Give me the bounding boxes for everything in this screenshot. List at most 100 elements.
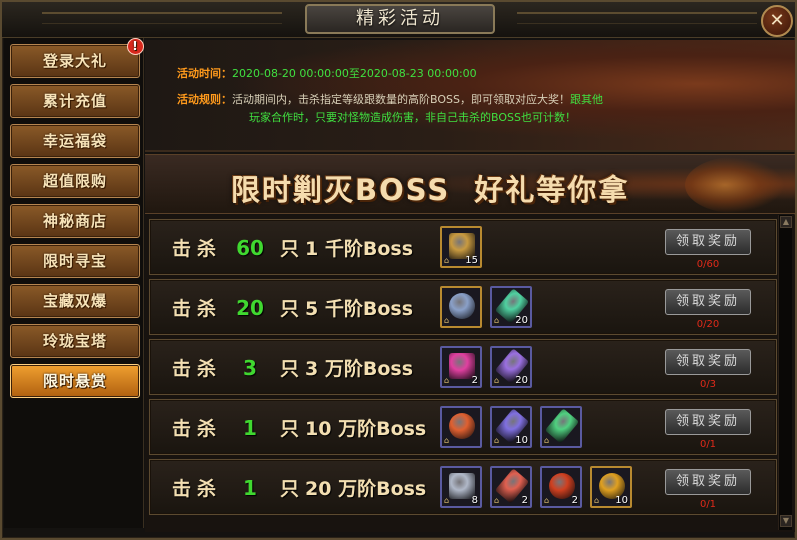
activity-rule-text: 活动期间内，击杀指定等级跟数量的高阶BOSS，即可领取对应大奖！: [232, 93, 570, 106]
kill-unit: 只: [280, 478, 300, 500]
scroll-up-icon[interactable]: ▲: [780, 216, 792, 228]
sidebar-item-label: 限时寻宝: [42, 252, 107, 270]
kill-unit: 只: [280, 238, 300, 260]
reward-row: 击杀 1 只 10 万阶Boss ⌂ ⌂ 10 ⌂ 领取奖励 0/1: [149, 399, 777, 455]
kill-progress: 0/1: [699, 499, 717, 510]
sidebar-item-label: 神秘商店: [42, 212, 107, 230]
event-banner-title: 限时剿灭BOSS 好礼等你拿: [231, 173, 630, 207]
kill-progress: 0/20: [696, 319, 720, 330]
sidebar-item-label: 登录大礼: [42, 52, 107, 70]
red-orb-icon[interactable]: ⌂ 2: [540, 466, 582, 508]
notification-badge: !: [127, 38, 144, 55]
kill-label: 击杀: [172, 358, 223, 380]
kill-unit: 只: [280, 358, 300, 380]
purple-crystal-icon[interactable]: ⌂ 20: [490, 346, 532, 388]
activity-rule-green-2: 玩家合作时，只要对怪物造成伤害，非自己击杀的BOSS也可计数！: [249, 111, 576, 124]
reward-list: 击杀 60 只 1 千阶Boss ⌂ 15 领取奖励 0/60 击杀 20 只 5 千阶Boss ⌂ ⌂ 2…: [145, 215, 795, 532]
kill-progress: 0/3: [699, 379, 717, 390]
kill-label: 击杀: [172, 238, 223, 260]
item-count: 10: [515, 435, 528, 446]
scroll-down-icon[interactable]: ▼: [780, 515, 792, 527]
sidebar-item-label: 限时悬赏: [42, 372, 107, 390]
claim-reward-button[interactable]: 领取奖励: [665, 409, 751, 435]
item-art: [449, 293, 475, 319]
sidebar-item[interactable]: 神秘商店: [10, 204, 140, 238]
activity-rule-label: 活动规则：: [177, 93, 232, 106]
title-ornament-left: [42, 12, 282, 24]
claim-reward-button[interactable]: 领取奖励: [665, 229, 751, 255]
item-count: 10: [615, 495, 628, 506]
boss-tier: 3 万阶Boss: [305, 358, 414, 380]
pink-gem-icon[interactable]: ⌂ 2: [440, 346, 482, 388]
item-count: 15: [465, 255, 478, 266]
activity-time-row: 活动时间：2020-08-20 00:00:00至2020-08-23 00:0…: [177, 65, 477, 82]
activity-time-value: 2020-08-20 00:00:00至2020-08-23 00:00:00: [232, 67, 477, 80]
sidebar-item[interactable]: 限时寻宝: [10, 244, 140, 278]
kill-unit: 只: [280, 418, 300, 440]
bound-lock-icon: ⌂: [444, 496, 450, 505]
activity-rule-row-2: 玩家合作时，只要对怪物造成伤害，非自己击杀的BOSS也可计数！: [249, 109, 576, 126]
event-banner: 限时剿灭BOSS 好礼等你拿: [145, 154, 795, 214]
claim-reward-button[interactable]: 领取奖励: [665, 349, 751, 375]
kill-count: 20: [236, 296, 264, 320]
green-crystal-icon[interactable]: ⌂ 20: [490, 286, 532, 328]
item-count: 20: [515, 315, 528, 326]
red-crystal-icon[interactable]: ⌂ 2: [490, 466, 532, 508]
reward-row: 击杀 1 只 20 万阶Boss ⌂ 8 ⌂ 2 ⌂ 2 ⌂ 10 领取奖励 0/1: [149, 459, 777, 515]
kill-label: 击杀: [172, 298, 223, 320]
kill-unit: 只: [280, 298, 300, 320]
purple-feather-icon[interactable]: ⌂ 10: [490, 406, 532, 448]
claim-reward-button[interactable]: 领取奖励: [665, 289, 751, 315]
window-title: 精彩活动: [305, 4, 495, 34]
sidebar-item[interactable]: 登录大礼!: [10, 38, 144, 78]
dragon-decoration: [685, 157, 785, 213]
activity-window: 精彩活动 ✕ 登录大礼! 累计充值幸运福袋超值限购神秘商店限时寻宝宝藏双爆玲珑宝塔…: [0, 0, 797, 540]
kill-count: 1: [243, 416, 257, 440]
bound-lock-icon: ⌂: [494, 376, 500, 385]
kill-requirement: 击杀 1 只 10 万阶Boss: [172, 414, 426, 441]
boss-tier: 20 万阶Boss: [305, 478, 427, 500]
kill-progress: 0/60: [696, 259, 720, 270]
sidebar-item[interactable]: 幸运福袋: [10, 124, 140, 158]
boss-tier: 5 千阶Boss: [305, 298, 414, 320]
bound-lock-icon: ⌂: [494, 496, 500, 505]
rainbow-orb-icon[interactable]: ⌂: [440, 406, 482, 448]
item-art: [544, 408, 580, 444]
bound-lock-icon: ⌂: [444, 436, 450, 445]
reward-row: 击杀 60 只 1 千阶Boss ⌂ 15 领取奖励 0/60: [149, 219, 777, 275]
activity-time-label: 活动时间：: [177, 67, 232, 80]
close-button[interactable]: ✕: [761, 5, 793, 37]
silver-ore-icon[interactable]: ⌂ 8: [440, 466, 482, 508]
sidebar-item-label: 累计充值: [42, 92, 107, 110]
activity-rule-green-1: 跟其他: [569, 93, 603, 106]
kill-label: 击杀: [172, 478, 223, 500]
item-count: 8: [471, 495, 478, 506]
treasure-chest-icon[interactable]: ⌂ 15: [440, 226, 482, 268]
item-count: 20: [515, 375, 528, 386]
sidebar-item[interactable]: 超值限购: [10, 164, 140, 198]
bound-lock-icon: ⌂: [494, 316, 500, 325]
claim-reward-button[interactable]: 领取奖励: [665, 469, 751, 495]
kill-requirement: 击杀 3 只 3 万阶Boss: [172, 354, 413, 381]
sidebar: 登录大礼! 累计充值幸运福袋超值限购神秘商店限时寻宝宝藏双爆玲珑宝塔限时悬赏: [4, 38, 144, 528]
legend-coin-icon[interactable]: ⌂ 10: [590, 466, 632, 508]
scrollbar[interactable]: ▲ ▼: [778, 215, 792, 530]
kill-requirement: 击杀 1 只 20 万阶Boss: [172, 474, 426, 501]
kill-requirement: 击杀 60 只 1 千阶Boss: [172, 234, 413, 261]
silver-compass-icon[interactable]: ⌂: [440, 286, 482, 328]
sidebar-item[interactable]: 宝藏双爆: [10, 284, 140, 318]
item-count: 2: [571, 495, 578, 506]
reward-row: 击杀 20 只 5 千阶Boss ⌂ ⌂ 20 领取奖励 0/20: [149, 279, 777, 335]
sidebar-item[interactable]: 限时悬赏: [10, 364, 140, 398]
sidebar-item[interactable]: 玲珑宝塔: [10, 324, 140, 358]
bound-lock-icon: ⌂: [494, 436, 500, 445]
sidebar-item[interactable]: 累计充值: [10, 84, 140, 118]
kill-count: 1: [243, 476, 257, 500]
kill-label: 击杀: [172, 418, 223, 440]
kill-count: 60: [236, 236, 264, 260]
reward-row: 击杀 3 只 3 万阶Boss ⌂ 2 ⌂ 20 领取奖励 0/3: [149, 339, 777, 395]
title-bar: 精彩活动 ✕: [2, 2, 795, 38]
green-crystal-icon[interactable]: ⌂: [540, 406, 582, 448]
bound-lock-icon: ⌂: [544, 436, 550, 445]
activity-info-panel: 活动时间：2020-08-20 00:00:00至2020-08-23 00:0…: [145, 40, 795, 152]
